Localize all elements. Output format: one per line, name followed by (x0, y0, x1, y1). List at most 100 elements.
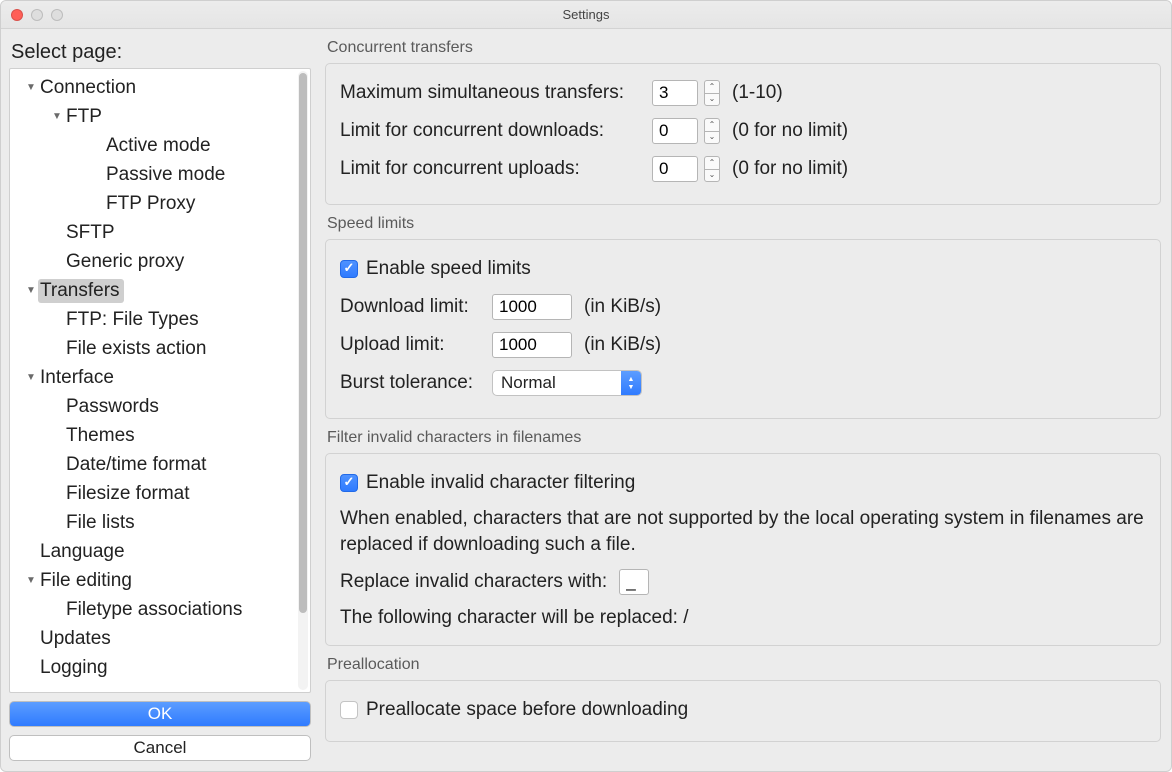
replace-with-input[interactable] (619, 569, 649, 595)
group-speed-limits: Speed limits Enable speed limits Downloa… (325, 211, 1161, 419)
tree-scrollbar-track[interactable] (298, 71, 308, 690)
tree-item[interactable]: Filesize format (10, 479, 296, 508)
chevron-up-icon[interactable]: ⌃ (705, 157, 719, 170)
max-transfers-stepper[interactable]: ⌃⌄ (652, 80, 720, 106)
preallocate-space-label: Preallocate space before downloading (366, 699, 688, 721)
concurrent-uploads-input[interactable] (652, 156, 698, 182)
tree-item[interactable]: Transfers (10, 276, 296, 305)
tree-item-label: File exists action (64, 337, 210, 361)
group-concurrent-transfers: Concurrent transfers Maximum simultaneou… (325, 35, 1161, 205)
caret-down-icon[interactable] (24, 372, 38, 383)
tree-item-label: Passive mode (104, 163, 229, 187)
page-tree: Connection FTP Active mode Passive modeFTP … (9, 68, 311, 693)
concurrent-uploads-label: Limit for concurrent uploads: (340, 158, 640, 180)
chevron-up-icon[interactable]: ⌃ (705, 119, 719, 132)
tree-item-label: Active mode (104, 134, 215, 158)
group-preallocation: Preallocation Preallocate space before d… (325, 652, 1161, 742)
enable-speed-limits-checkbox[interactable]: Enable speed limits (340, 258, 531, 280)
window-zoom-button[interactable] (51, 9, 63, 21)
concurrent-downloads-hint: (0 for no limit) (732, 120, 848, 142)
caret-down-icon[interactable] (24, 285, 38, 296)
replaced-chars-note: The following character will be replaced… (340, 605, 1146, 631)
tree-item[interactable]: File editing (10, 566, 296, 595)
group-filter-invalid: Filter invalid characters in filenames E… (325, 425, 1161, 646)
settings-panel: Concurrent transfers Maximum simultaneou… (317, 29, 1171, 771)
tree-item-label: Language (38, 540, 129, 564)
preallocate-space-checkbox[interactable]: Preallocate space before downloading (340, 699, 688, 721)
tree-item-label: File lists (64, 511, 139, 535)
window-minimize-button[interactable] (31, 9, 43, 21)
updown-caret-icon: ▲▼ (621, 371, 641, 395)
tree-item[interactable]: Filetype associations (10, 595, 296, 624)
spinner-buttons[interactable]: ⌃⌄ (704, 156, 720, 182)
spinner-buttons[interactable]: ⌃⌄ (704, 118, 720, 144)
tree-item[interactable]: FTP (10, 102, 296, 131)
spinner-buttons[interactable]: ⌃⌄ (704, 80, 720, 106)
tree-item[interactable]: Passive mode (10, 160, 296, 189)
tree-item-label: Updates (38, 627, 115, 651)
tree-item-label: FTP: File Types (64, 308, 203, 332)
tree-item-label: Connection (38, 76, 140, 100)
max-transfers-label: Maximum simultaneous transfers: (340, 82, 640, 104)
caret-down-icon[interactable] (50, 111, 64, 122)
tree-item[interactable]: FTP: File Types (10, 305, 296, 334)
burst-tolerance-label: Burst tolerance: (340, 372, 480, 394)
tree-item-label: SFTP (64, 221, 119, 245)
checkbox-icon (340, 260, 358, 278)
chevron-down-icon[interactable]: ⌄ (705, 132, 719, 144)
group-title: Speed limits (325, 211, 1161, 239)
chevron-down-icon[interactable]: ⌄ (705, 170, 719, 182)
sidebar: Select page: ConnectionFTPActive modePas… (1, 29, 317, 771)
tree-item[interactable]: SFTP (10, 218, 296, 247)
tree-item-label: Date/time format (64, 453, 210, 477)
burst-tolerance-select[interactable]: Normal ▲▼ (492, 370, 642, 396)
burst-tolerance-value: Normal (493, 371, 621, 395)
tree-item[interactable]: Interface (10, 363, 296, 392)
window-title: Settings (1, 7, 1171, 22)
enable-invalid-char-filtering-checkbox[interactable]: Enable invalid character filtering (340, 472, 635, 494)
chevron-up-icon[interactable]: ⌃ (705, 81, 719, 94)
max-transfers-input[interactable] (652, 80, 698, 106)
settings-window: Settings Select page: ConnectionFTPActiv… (0, 0, 1172, 772)
tree-item-label: Filesize format (64, 482, 194, 506)
checkbox-icon (340, 701, 358, 719)
tree-item-label: Interface (38, 366, 118, 390)
tree-item[interactable]: Language (10, 537, 296, 566)
concurrent-downloads-label: Limit for concurrent downloads: (340, 120, 640, 142)
concurrent-downloads-input[interactable] (652, 118, 698, 144)
cancel-button[interactable]: Cancel (9, 735, 311, 761)
window-close-button[interactable] (11, 9, 23, 21)
download-limit-input[interactable] (492, 294, 572, 320)
checkbox-icon (340, 474, 358, 492)
tree-scrollbar-thumb[interactable] (299, 73, 307, 613)
concurrent-downloads-stepper[interactable]: ⌃⌄ (652, 118, 720, 144)
tree-item-label: Generic proxy (64, 250, 188, 274)
chevron-down-icon[interactable]: ⌄ (705, 94, 719, 106)
tree-item-label: Themes (64, 424, 139, 448)
titlebar: Settings (1, 1, 1171, 29)
replace-with-label: Replace invalid characters with: (340, 571, 607, 593)
tree-item[interactable]: File exists action (10, 334, 296, 363)
enable-invalid-char-filtering-label: Enable invalid character filtering (366, 472, 635, 494)
enable-speed-limits-label: Enable speed limits (366, 258, 531, 280)
upload-limit-label: Upload limit: (340, 334, 480, 356)
tree-item[interactable]: Date/time format (10, 450, 296, 479)
group-title: Filter invalid characters in filenames (325, 425, 1161, 453)
tree-item[interactable]: Themes (10, 421, 296, 450)
upload-limit-input[interactable] (492, 332, 572, 358)
tree-item[interactable]: Connection (10, 73, 296, 102)
caret-down-icon[interactable] (24, 82, 38, 93)
tree-item[interactable]: Passwords (10, 392, 296, 421)
tree-item[interactable]: Updates (10, 624, 296, 653)
tree-item[interactable]: FTP Proxy (10, 189, 296, 218)
ok-button[interactable]: OK (9, 701, 311, 727)
download-limit-unit: (in KiB/s) (584, 296, 661, 318)
tree-item-label: FTP (64, 105, 106, 129)
caret-down-icon[interactable] (24, 575, 38, 586)
tree-item[interactable]: Logging (10, 653, 296, 682)
filter-description: When enabled, characters that are not su… (340, 506, 1146, 557)
tree-item[interactable]: File lists (10, 508, 296, 537)
concurrent-uploads-stepper[interactable]: ⌃⌄ (652, 156, 720, 182)
tree-item[interactable]: Active mode (10, 131, 296, 160)
tree-item[interactable]: Generic proxy (10, 247, 296, 276)
